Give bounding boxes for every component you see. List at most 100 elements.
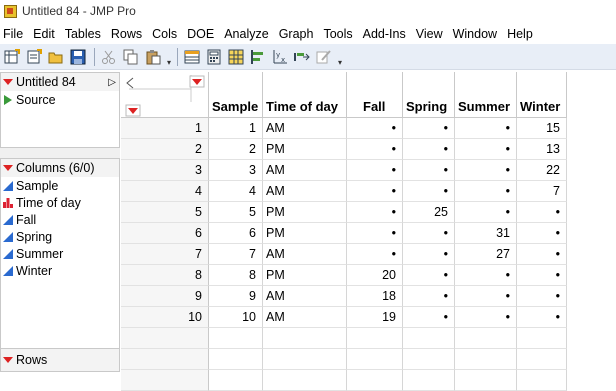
table-cell[interactable]: •	[347, 160, 403, 181]
table-cell[interactable]: AM	[263, 118, 347, 139]
cut-icon[interactable]	[99, 47, 119, 67]
more-tools-arrow-icon[interactable]: ▾	[165, 47, 173, 67]
row-number[interactable]: 7	[121, 244, 209, 265]
table-cell[interactable]: PM	[263, 265, 347, 286]
column-item[interactable]: Spring	[1, 228, 119, 245]
paste-icon[interactable]	[143, 47, 163, 67]
table-cell[interactable]: 10	[209, 307, 263, 328]
empty-cell[interactable]	[263, 328, 347, 349]
table-cell[interactable]: 31	[455, 223, 517, 244]
table-cell[interactable]: •	[455, 265, 517, 286]
empty-cell[interactable]	[517, 328, 567, 349]
table-cell[interactable]: 1	[209, 118, 263, 139]
data-table-icon[interactable]	[182, 47, 202, 67]
empty-row-header[interactable]	[121, 370, 209, 391]
table-cell[interactable]: •	[403, 181, 455, 202]
table-cell[interactable]: 3	[209, 160, 263, 181]
table-cell[interactable]: 6	[209, 223, 263, 244]
red-triangle-menu-icon[interactable]	[3, 79, 13, 85]
column-item[interactable]: Fall	[1, 211, 119, 228]
xy-plot-icon[interactable]: yx	[270, 47, 290, 67]
arrow-icon[interactable]	[292, 47, 312, 67]
table-cell[interactable]: •	[455, 139, 517, 160]
column-header[interactable]: Fall	[347, 72, 403, 118]
column-header[interactable]: Summer	[455, 72, 517, 118]
menu-doe[interactable]: DOE	[183, 27, 220, 41]
column-item[interactable]: Sample	[1, 177, 119, 194]
table-cell[interactable]: 25	[403, 202, 455, 223]
table-cell[interactable]: •	[455, 118, 517, 139]
table-cell[interactable]: •	[403, 139, 455, 160]
column-header[interactable]: Winter	[517, 72, 567, 118]
menu-addins[interactable]: Add-Ins	[359, 27, 412, 41]
table-cell[interactable]: 2	[209, 139, 263, 160]
table-cell[interactable]: •	[455, 286, 517, 307]
column-header[interactable]: Time of day	[263, 72, 347, 118]
table-cell[interactable]: •	[517, 223, 567, 244]
empty-cell[interactable]	[347, 370, 403, 391]
table-cell[interactable]: 9	[209, 286, 263, 307]
table-cell[interactable]: AM	[263, 160, 347, 181]
row-number[interactable]: 4	[121, 181, 209, 202]
table-cell[interactable]: 27	[455, 244, 517, 265]
edit-icon[interactable]	[314, 47, 334, 67]
menu-view[interactable]: View	[412, 27, 449, 41]
table-cell[interactable]: AM	[263, 307, 347, 328]
menu-graph[interactable]: Graph	[275, 27, 320, 41]
row-number[interactable]: 5	[121, 202, 209, 223]
column-item[interactable]: Summer	[1, 245, 119, 262]
table-cell[interactable]: AM	[263, 181, 347, 202]
table-cell[interactable]: AM	[263, 244, 347, 265]
table-panel-header[interactable]: Untitled 84 ▷	[1, 73, 119, 91]
source-script[interactable]: Source	[1, 91, 119, 108]
table-cell[interactable]: 18	[347, 286, 403, 307]
table-cell[interactable]: •	[347, 139, 403, 160]
menu-edit[interactable]: Edit	[29, 27, 61, 41]
copy-icon[interactable]	[121, 47, 141, 67]
empty-cell[interactable]	[517, 370, 567, 391]
table-cell[interactable]: •	[403, 286, 455, 307]
table-cell[interactable]: •	[517, 307, 567, 328]
table-cell[interactable]: •	[347, 244, 403, 265]
table-cell[interactable]: •	[517, 265, 567, 286]
empty-cell[interactable]	[455, 349, 517, 370]
menu-tables[interactable]: Tables	[61, 27, 107, 41]
open-icon[interactable]	[46, 47, 66, 67]
new-script-icon[interactable]	[24, 47, 44, 67]
table-cell[interactable]: •	[347, 181, 403, 202]
empty-row-header[interactable]	[121, 328, 209, 349]
collapse-arrow-icon[interactable]: ▷	[108, 77, 116, 88]
columns-panel-header[interactable]: Columns (6/0)	[1, 159, 119, 177]
table-cell[interactable]: •	[517, 286, 567, 307]
table-cell[interactable]: •	[403, 223, 455, 244]
empty-cell[interactable]	[347, 328, 403, 349]
table-cell[interactable]: •	[403, 160, 455, 181]
table-cell[interactable]: PM	[263, 139, 347, 160]
menu-window[interactable]: Window	[449, 27, 503, 41]
empty-cell[interactable]	[403, 328, 455, 349]
new-data-table-icon[interactable]	[2, 47, 22, 67]
row-number[interactable]: 6	[121, 223, 209, 244]
table-cell[interactable]: 20	[347, 265, 403, 286]
menu-cols[interactable]: Cols	[148, 27, 183, 41]
save-icon[interactable]	[68, 47, 88, 67]
table-cell[interactable]: PM	[263, 223, 347, 244]
empty-cell[interactable]	[403, 349, 455, 370]
empty-row-header[interactable]	[121, 349, 209, 370]
empty-cell[interactable]	[403, 370, 455, 391]
menu-help[interactable]: Help	[503, 27, 539, 41]
column-item[interactable]: Time of day	[1, 194, 119, 211]
table-cell[interactable]: •	[517, 244, 567, 265]
empty-cell[interactable]	[209, 370, 263, 391]
row-number[interactable]: 1	[121, 118, 209, 139]
empty-cell[interactable]	[347, 349, 403, 370]
table-cell[interactable]: 19	[347, 307, 403, 328]
table-cell[interactable]: AM	[263, 286, 347, 307]
rows-panel-header[interactable]: Rows	[1, 349, 119, 371]
row-number[interactable]: 9	[121, 286, 209, 307]
empty-cell[interactable]	[455, 328, 517, 349]
table-cell[interactable]: 7	[517, 181, 567, 202]
table-cell[interactable]: 8	[209, 265, 263, 286]
row-number[interactable]: 10	[121, 307, 209, 328]
table-cell[interactable]: •	[347, 223, 403, 244]
